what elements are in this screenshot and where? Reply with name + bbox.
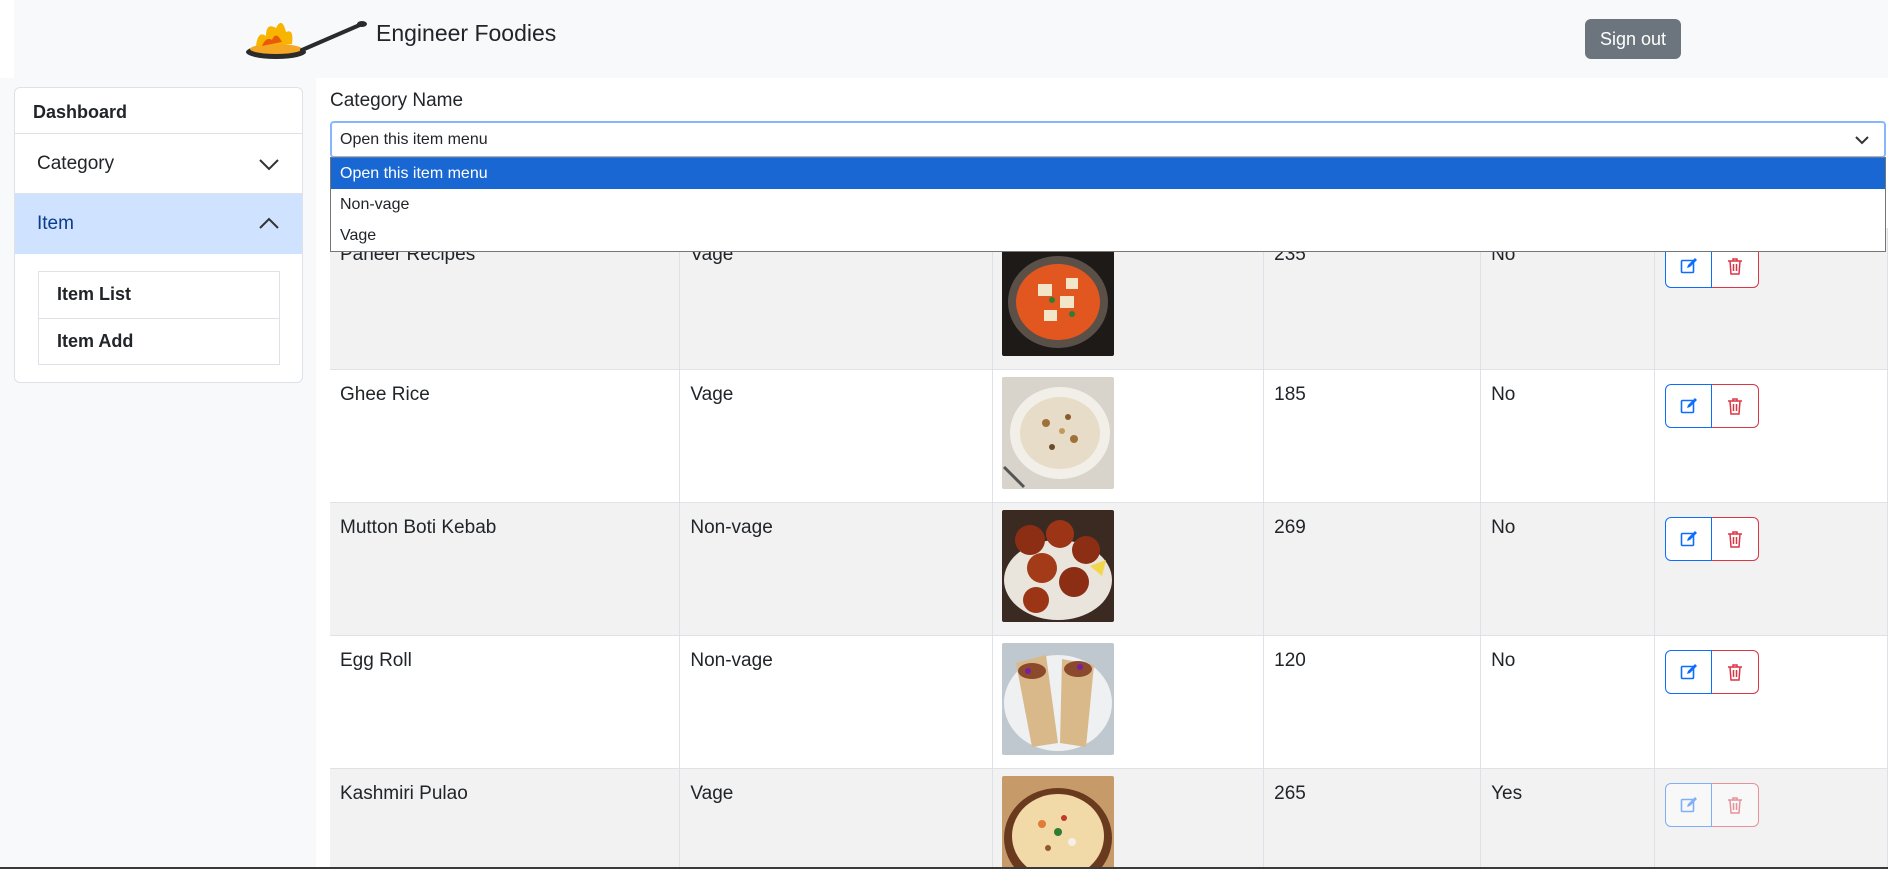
- food-image: [1002, 776, 1115, 869]
- items-table: Paneer Recipes Vage 235 No Ghee Rice Vag…: [330, 228, 1888, 869]
- sidebar-menu: Dashboard Category Item Item List Item A…: [14, 87, 303, 383]
- item-price: 265: [1263, 768, 1482, 869]
- item-name: Mutton Boti Kebab: [330, 502, 681, 636]
- item-category: Non-vage: [679, 635, 994, 769]
- item-status: Yes: [1480, 768, 1656, 869]
- category-dropdown: Open this item menu Non-vage Vage: [330, 157, 1886, 252]
- chevron-down-icon: [1855, 136, 1869, 145]
- edit-icon: [1680, 797, 1697, 813]
- top-navbar: Engineer Foodies Sign out: [14, 0, 1888, 78]
- dropdown-option[interactable]: Open this item menu: [331, 158, 1885, 189]
- edit-button[interactable]: [1665, 384, 1713, 428]
- edit-icon: [1680, 664, 1697, 680]
- delete-button[interactable]: [1712, 650, 1760, 694]
- trash-icon: [1728, 664, 1743, 681]
- edit-icon: [1680, 398, 1697, 414]
- item-name: Egg Roll: [330, 635, 681, 769]
- dropdown-option[interactable]: Vage: [331, 220, 1885, 251]
- sidebar-item-label: Category: [37, 152, 115, 174]
- trash-icon: [1728, 797, 1743, 814]
- item-status: No: [1480, 635, 1656, 769]
- item-price: 185: [1263, 369, 1482, 503]
- table-row: Kashmiri Pulao Vage 265 Yes: [330, 768, 1888, 869]
- item-category: Vage: [679, 369, 994, 503]
- food-image: [1002, 510, 1115, 622]
- chevron-down-icon: [259, 158, 279, 170]
- table-row: Ghee Rice Vage 185 No: [330, 369, 1888, 503]
- delete-button[interactable]: [1712, 384, 1760, 428]
- item-status: No: [1480, 369, 1656, 503]
- sidebar-item-category[interactable]: Category: [15, 134, 302, 194]
- logo-icon: [246, 21, 367, 59]
- item-submenu: Item List Item Add: [38, 271, 280, 365]
- item-name: Kashmiri Pulao: [330, 768, 681, 869]
- brand[interactable]: Engineer Foodies: [242, 14, 556, 64]
- select-value: Open this item menu: [340, 131, 488, 148]
- category-name-label: Category Name: [330, 90, 464, 111]
- row-actions: [1665, 517, 1877, 561]
- table-row: Egg Roll Non-vage 120 No: [330, 635, 1888, 769]
- sidebar-item-item-add[interactable]: Item Add: [39, 318, 279, 364]
- chevron-up-icon: [259, 217, 279, 229]
- item-name: Ghee Rice: [330, 369, 681, 503]
- item-price: 120: [1263, 635, 1482, 769]
- trash-icon: [1728, 398, 1743, 415]
- row-actions: [1665, 783, 1877, 827]
- sidebar-item-item-list[interactable]: Item List: [39, 272, 279, 318]
- item-category: Vage: [679, 768, 994, 869]
- sidebar-item-dashboard[interactable]: Dashboard: [15, 88, 302, 134]
- food-image: [1002, 643, 1115, 755]
- delete-button[interactable]: [1712, 783, 1760, 827]
- sidebar-item-item[interactable]: Item: [15, 194, 302, 254]
- trash-icon: [1728, 531, 1743, 548]
- sidebar-item-label: Item: [37, 213, 74, 234]
- food-image: [1002, 377, 1115, 489]
- edit-button[interactable]: [1665, 517, 1713, 561]
- category-select[interactable]: Open this item menu: [330, 121, 1886, 158]
- row-actions: [1665, 384, 1877, 428]
- row-actions: [1665, 650, 1877, 694]
- delete-button[interactable]: [1712, 517, 1760, 561]
- edit-button[interactable]: [1665, 783, 1713, 827]
- item-category: Non-vage: [679, 502, 994, 636]
- edit-icon: [1680, 258, 1697, 274]
- edit-icon: [1680, 531, 1697, 547]
- dropdown-option[interactable]: Non-vage: [331, 189, 1885, 220]
- edit-button[interactable]: [1665, 650, 1713, 694]
- trash-icon: [1728, 258, 1743, 275]
- food-image: [1002, 244, 1115, 356]
- sign-out-button[interactable]: Sign out: [1585, 19, 1681, 59]
- brand-name: Engineer Foodies: [376, 20, 557, 46]
- item-price: 269: [1263, 502, 1482, 636]
- table-row: Mutton Boti Kebab Non-vage 269 No: [330, 502, 1888, 636]
- item-status: No: [1480, 502, 1656, 636]
